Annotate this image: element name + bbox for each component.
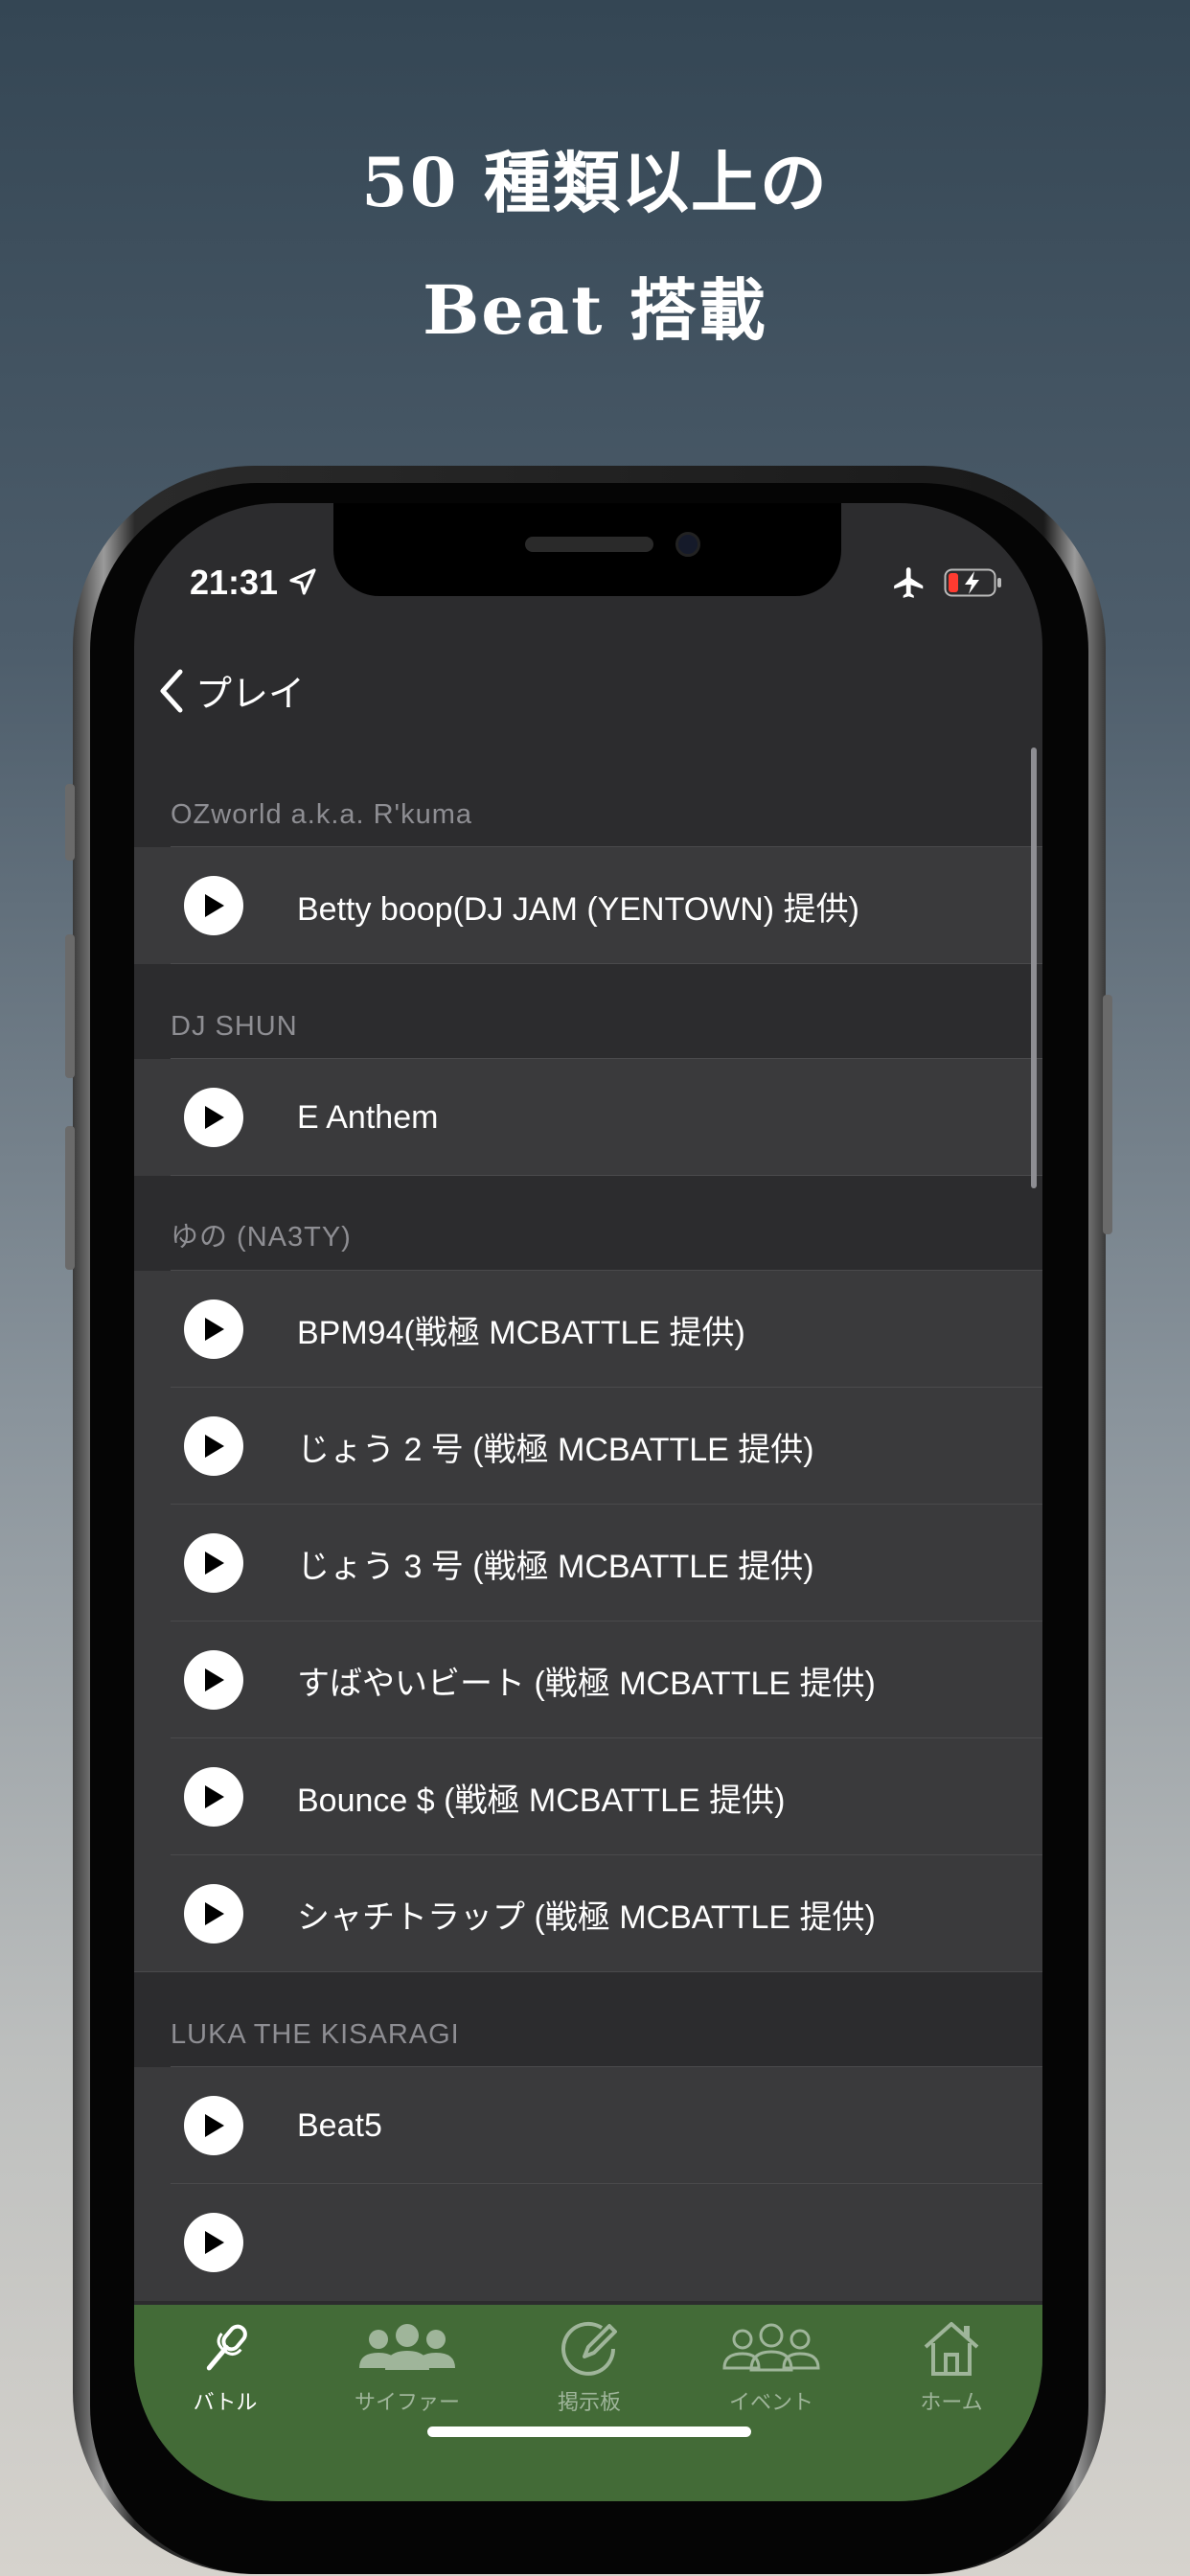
section-header: OZworld a.k.a. R'kuma	[171, 799, 473, 830]
play-icon	[205, 1785, 224, 1808]
play-icon	[205, 2114, 224, 2137]
status-time: 21:31	[190, 563, 279, 602]
airplane-icon	[894, 567, 924, 598]
beat-title: Bounce $ (戦極 MCBATTLE 提供)	[297, 1782, 786, 1819]
play-icon	[205, 2231, 224, 2254]
play-icon	[205, 1318, 224, 1341]
volume-up-button	[65, 934, 75, 1078]
play-button[interactable]	[184, 1650, 243, 1710]
back-button-label: プレイ	[195, 675, 306, 715]
front-camera	[675, 532, 700, 557]
home-indicator[interactable]	[427, 2426, 751, 2437]
beat-title: シャチトラップ (戦極 MCBATTLE 提供)	[297, 1898, 876, 1936]
speaker	[525, 537, 653, 552]
list-item[interactable]: シャチトラップ (戦極 MCBATTLE 提供)	[134, 1855, 1042, 1972]
list-item-partial[interactable]	[134, 2184, 1042, 2301]
power-button	[1103, 995, 1112, 1234]
tab-label: サイファー	[354, 2390, 460, 2414]
beat-title: Beat5	[297, 2106, 382, 2144]
scroll-indicator[interactable]	[1031, 748, 1037, 1188]
tab-label: イベント	[728, 2390, 813, 2414]
tab-board[interactable]: 掲示板	[498, 2318, 680, 2424]
play-button[interactable]	[184, 1767, 243, 1827]
people-outline-icon	[722, 2323, 820, 2372]
microphone-icon	[206, 2324, 247, 2371]
back-button[interactable]: プレイ	[157, 664, 305, 717]
section-header: ゆの (NA3TY)	[171, 1222, 352, 1253]
play-button[interactable]	[184, 1533, 243, 1593]
list-item[interactable]: BPM94(戦極 MCBATTLE 提供)	[134, 1271, 1042, 1388]
beat-list: OZworld a.k.a. R'kuma Betty boop(DJ JAM …	[134, 752, 1042, 2301]
compose-icon	[561, 2321, 617, 2376]
play-icon	[205, 894, 224, 917]
group-icon	[359, 2324, 455, 2370]
beat-title: じょう 3 号 (戦極 MCBATTLE 提供)	[297, 1548, 814, 1585]
list-item[interactable]: じょう 2 号 (戦極 MCBATTLE 提供)	[134, 1388, 1042, 1505]
tab-battle[interactable]: バトル	[134, 2318, 316, 2424]
mute-switch	[65, 784, 75, 861]
play-button[interactable]	[184, 1088, 243, 1147]
list-item[interactable]: Beat5	[134, 2067, 1042, 2184]
list-item[interactable]: すばやいビート (戦極 MCBATTLE 提供)	[134, 1622, 1042, 1738]
promo-headline-line2: Beat 搭載	[423, 270, 767, 350]
list-item[interactable]: E Anthem	[134, 1059, 1042, 1176]
section-header: DJ SHUN	[171, 1011, 298, 1042]
tab-label: ホーム	[920, 2390, 983, 2414]
play-button[interactable]	[184, 1300, 243, 1359]
tab-cypher[interactable]: サイファー	[316, 2318, 498, 2424]
phone-screen: 21:31 プレイ OZworld a.k.a. R'kuma Betty bo…	[134, 503, 1042, 2501]
promo-headline-line1: 50 種類以上の	[361, 143, 829, 222]
play-icon	[205, 1668, 224, 1691]
list-item[interactable]: Bounce $ (戦極 MCBATTLE 提供)	[134, 1738, 1042, 1855]
play-button[interactable]	[184, 1416, 243, 1476]
tab-label: 掲示板	[557, 2390, 621, 2414]
notch	[333, 503, 841, 596]
beat-title: じょう 2 号 (戦極 MCBATTLE 提供)	[297, 1431, 814, 1468]
tab-label: バトル	[193, 2390, 258, 2414]
list-item[interactable]: じょう 3 号 (戦極 MCBATTLE 提供)	[134, 1505, 1042, 1622]
section-header: LUKA THE KISARAGI	[171, 2019, 460, 2050]
beat-title: すばやいビート (戦極 MCBATTLE 提供)	[297, 1665, 876, 1702]
play-button[interactable]	[184, 876, 243, 935]
beat-title: Betty boop(DJ JAM (YENTOWN) 提供)	[297, 890, 859, 928]
play-button[interactable]	[184, 1884, 243, 1944]
play-button[interactable]	[184, 2213, 243, 2272]
battery-charging-icon	[944, 568, 1001, 597]
location-arrow-icon	[289, 568, 316, 595]
home-icon	[924, 2322, 979, 2376]
beat-title: BPM94(戦極 MCBATTLE 提供)	[297, 1314, 745, 1351]
play-icon	[205, 1902, 224, 1925]
play-icon	[205, 1106, 224, 1129]
tab-bar: バトル サイファー 掲示板 イベント ホーム	[134, 2305, 1042, 2501]
play-button[interactable]	[184, 2096, 243, 2155]
tab-event[interactable]: イベント	[680, 2318, 862, 2424]
volume-down-button	[65, 1126, 75, 1270]
play-icon	[205, 1552, 224, 1575]
play-icon	[205, 1435, 224, 1458]
beat-title: E Anthem	[297, 1098, 439, 1136]
chevron-left-icon	[160, 669, 183, 712]
tab-home[interactable]: ホーム	[860, 2318, 1042, 2424]
list-item[interactable]: Betty boop(DJ JAM (YENTOWN) 提供)	[134, 847, 1042, 964]
